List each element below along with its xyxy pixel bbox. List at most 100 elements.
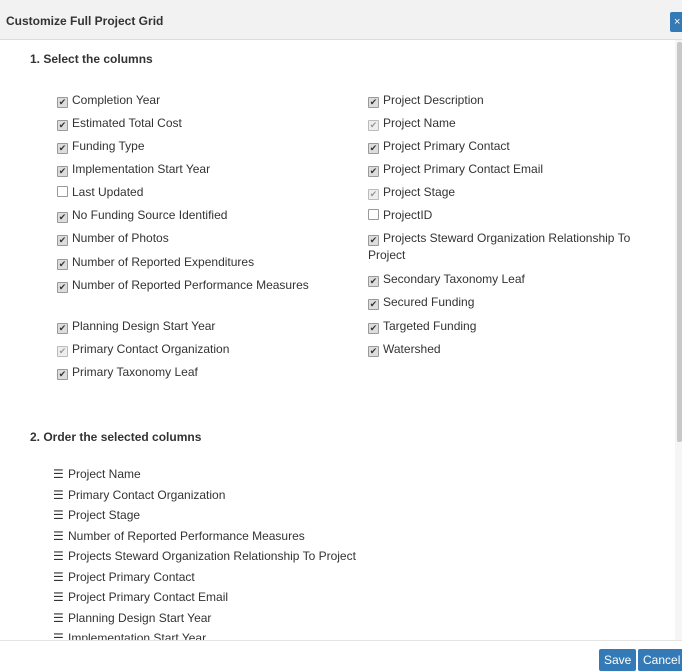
column-option-label: Projects Steward Organization Relationsh… [368, 231, 631, 262]
checkbox-icon[interactable]: ✔ [368, 346, 379, 357]
column-option[interactable]: ✔ Planning Design Start Year [57, 318, 337, 335]
column-option[interactable]: ✔ Targeted Funding [368, 318, 648, 335]
column-option[interactable]: ✔ Estimated Total Cost [57, 115, 337, 132]
column-option[interactable]: ProjectID [368, 207, 648, 224]
order-item[interactable]: ☰ Project Primary Contact [53, 569, 195, 586]
order-item[interactable]: ☰ Projects Steward Organization Relations… [53, 548, 356, 565]
dialog-footer: Save Cancel [0, 640, 682, 671]
column-option-label: Number of Reported Expenditures [72, 255, 255, 269]
checkbox-icon: ✔ [368, 120, 379, 131]
column-option-label: Watershed [383, 342, 441, 356]
order-item-label: Planning Design Start Year [68, 610, 212, 625]
checkbox-icon: ✔ [368, 189, 379, 200]
checkbox-icon[interactable]: ✔ [57, 282, 68, 293]
checkbox-icon[interactable] [57, 186, 68, 197]
column-option-label: Planning Design Start Year [72, 319, 216, 333]
column-option[interactable]: ✔ Secured Funding [368, 294, 648, 311]
drag-handle-icon[interactable]: ☰ [53, 528, 64, 545]
column-option-label: Secondary Taxonomy Leaf [383, 272, 525, 286]
column-option[interactable]: ✔ Number of Reported Expenditures [57, 254, 337, 271]
column-option[interactable]: ✔ Completion Year [57, 92, 337, 109]
checkbox-icon[interactable]: ✔ [57, 97, 68, 108]
order-item[interactable]: ☰ Number of Reported Performance Measures [53, 528, 305, 545]
column-option[interactable]: ✔ Project Stage [368, 184, 648, 201]
scrollbar-thumb[interactable] [677, 42, 682, 442]
dialog-header: Customize Full Project Grid × [0, 0, 682, 40]
checkbox-icon[interactable]: ✔ [57, 369, 68, 380]
column-option-label: Project Primary Contact [383, 139, 510, 153]
checkbox-icon[interactable]: ✔ [57, 212, 68, 223]
checkbox-icon[interactable]: ✔ [368, 143, 379, 154]
column-option[interactable]: ✔ Funding Type [57, 138, 337, 155]
checkbox-icon[interactable]: ✔ [368, 166, 379, 177]
column-option[interactable]: ✔ Primary Contact Organization [57, 341, 337, 358]
column-option[interactable]: ✔ Primary Taxonomy Leaf [57, 364, 337, 381]
order-item[interactable]: ☰ Primary Contact Organization [53, 487, 225, 504]
checkbox-icon[interactable]: ✔ [368, 299, 379, 310]
column-option[interactable]: ✔ Project Primary Contact [368, 138, 648, 155]
column-option[interactable]: Last Updated [57, 184, 337, 201]
order-item-label: Project Primary Contact [68, 569, 195, 584]
column-option-label: Project Stage [383, 185, 456, 199]
column-option[interactable]: ✔ Secondary Taxonomy Leaf [368, 271, 648, 288]
order-item[interactable]: ☰ Implementation Start Year [53, 630, 206, 640]
select-columns-heading: 1. Select the columns [30, 52, 153, 66]
column-option-label: Completion Year [72, 93, 161, 107]
column-option[interactable]: ✔ Project Primary Contact Email [368, 161, 648, 178]
drag-handle-icon[interactable]: ☰ [53, 487, 64, 504]
column-option-label: Number of Reported Performance Measures [72, 278, 309, 292]
order-item[interactable]: ☰ Project Name [53, 466, 141, 483]
column-option[interactable]: ✔ Number of Photos [57, 230, 337, 247]
column-option-label: Project Description [383, 93, 484, 107]
column-option[interactable]: ✔ Watershed [368, 341, 648, 358]
order-item-label: Projects Steward Organization Relationsh… [68, 549, 356, 563]
column-option-label: Primary Taxonomy Leaf [72, 365, 198, 379]
order-item-label: Project Stage [68, 508, 141, 522]
column-option-label: Project Name [383, 116, 456, 130]
checkbox-icon[interactable]: ✔ [57, 143, 68, 154]
order-item[interactable]: ☰ Project Primary Contact Email [53, 589, 228, 606]
drag-handle-icon[interactable]: ☰ [53, 569, 64, 586]
drag-handle-icon[interactable]: ☰ [53, 507, 64, 524]
checkbox-icon[interactable]: ✔ [57, 235, 68, 246]
column-option[interactable]: ✔ Projects Steward Organization Relations… [368, 230, 648, 264]
column-option[interactable]: ✔ No Funding Source Identified [57, 207, 337, 224]
column-option-label: Estimated Total Cost [72, 116, 182, 130]
column-option-label: Number of Photos [72, 231, 169, 245]
column-option-label: Last Updated [72, 185, 144, 199]
order-item-label: Implementation Start Year [68, 631, 207, 640]
drag-handle-icon[interactable]: ☰ [53, 548, 64, 565]
order-columns-heading: 2. Order the selected columns [30, 430, 202, 444]
checkbox-icon[interactable] [368, 209, 379, 220]
column-option-label: No Funding Source Identified [72, 208, 228, 222]
column-option-label: Project Primary Contact Email [383, 162, 544, 176]
column-option-label: Funding Type [72, 139, 145, 153]
close-icon[interactable]: × [670, 12, 682, 32]
column-option[interactable]: ✔ Number of Reported Performance Measures [57, 277, 337, 294]
drag-handle-icon[interactable]: ☰ [53, 630, 64, 640]
column-option-label: Primary Contact Organization [72, 342, 230, 356]
column-option-label: Secured Funding [383, 295, 475, 309]
order-item[interactable]: ☰ Project Stage [53, 507, 140, 524]
order-item-label: Project Name [68, 467, 141, 481]
checkbox-icon[interactable]: ✔ [57, 166, 68, 177]
checkbox-icon[interactable]: ✔ [57, 259, 68, 270]
dialog-scrollbar[interactable] [675, 40, 682, 640]
column-option[interactable]: ✔ Project Description [368, 92, 648, 109]
checkbox-icon[interactable]: ✔ [368, 235, 379, 246]
checkbox-icon[interactable]: ✔ [368, 97, 379, 108]
column-option-label: ProjectID [383, 208, 433, 222]
drag-handle-icon[interactable]: ☰ [53, 589, 64, 606]
order-item[interactable]: ☰ Planning Design Start Year [53, 610, 211, 627]
checkbox-icon[interactable]: ✔ [57, 323, 68, 334]
checkbox-icon[interactable]: ✔ [57, 120, 68, 131]
dialog-body[interactable]: 1. Select the columns ✔ Completion Year ✔ E… [10, 40, 682, 640]
column-option[interactable]: ✔ Project Name [368, 115, 648, 132]
column-option-label: Implementation Start Year [72, 162, 211, 176]
column-option[interactable]: ✔ Implementation Start Year [57, 161, 337, 178]
checkbox-icon[interactable]: ✔ [368, 323, 379, 334]
checkbox-icon[interactable]: ✔ [368, 276, 379, 287]
drag-handle-icon[interactable]: ☰ [53, 610, 64, 627]
drag-handle-icon[interactable]: ☰ [53, 466, 64, 483]
dialog-title: Customize Full Project Grid [6, 14, 164, 28]
